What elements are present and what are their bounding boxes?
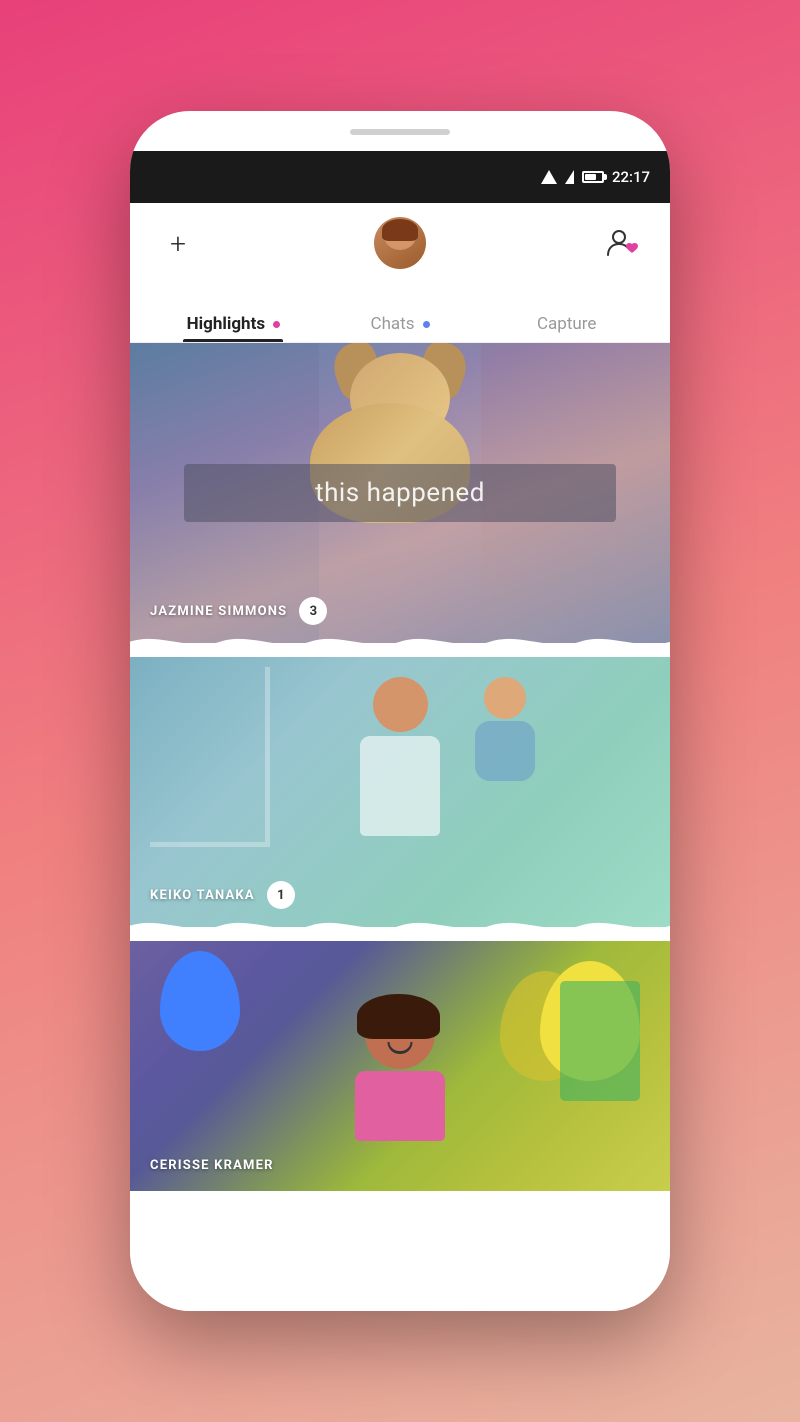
dad-container xyxy=(360,677,440,836)
cerisse-name: CERISSE KRAMER xyxy=(150,1158,274,1173)
highlights-dot xyxy=(273,321,280,328)
chats-tab-label: Chats xyxy=(371,314,415,334)
keiko-name-badge: KEIKO TANAKA 1 xyxy=(150,881,295,909)
this-happened-text: this happened xyxy=(315,478,485,508)
friend-icon-svg xyxy=(606,227,638,259)
tab-highlights[interactable]: Highlights xyxy=(150,314,317,342)
add-button[interactable]: + xyxy=(158,223,198,263)
tabs-bar: Highlights Chats Capture xyxy=(130,283,670,343)
chats-dot xyxy=(423,321,430,328)
keiko-count: 1 xyxy=(267,881,295,909)
girl-body xyxy=(355,1071,445,1141)
jazmine-name-badge: JAZMINE SIMMONS 3 xyxy=(150,597,327,625)
girl-hair xyxy=(357,994,440,1039)
scroll-area[interactable]: this happened JAZMINE SIMMONS 3 xyxy=(130,343,670,1311)
battery-icon xyxy=(582,171,604,183)
phone-shell: 22:17 + Highlights Chats xyxy=(130,111,670,1311)
wavy-separator-1 xyxy=(130,629,670,657)
story-card-cerisse[interactable]: CERISSE KRAMER xyxy=(130,941,670,1191)
baby-head xyxy=(484,677,526,719)
wavy-separator-2 xyxy=(130,913,670,941)
jazmine-name: JAZMINE SIMMONS xyxy=(150,604,287,619)
baby-body xyxy=(475,721,535,781)
capture-tab-label: Capture xyxy=(537,314,596,334)
dog-figure-container xyxy=(290,353,510,553)
person-heart-icon[interactable] xyxy=(602,223,642,263)
green-person-element xyxy=(560,981,640,1101)
story-card-jazmine[interactable]: this happened JAZMINE SIMMONS 3 xyxy=(130,343,670,643)
highlights-tab-label: Highlights xyxy=(187,314,265,334)
avatar[interactable] xyxy=(374,217,426,269)
keiko-name: KEIKO TANAKA xyxy=(150,888,255,903)
story-card-keiko[interactable]: KEIKO TANAKA 1 xyxy=(130,657,670,927)
app-header: + xyxy=(130,203,670,283)
status-time: 22:17 xyxy=(612,168,650,186)
signal-icon xyxy=(565,170,574,184)
jazmine-count: 3 xyxy=(299,597,327,625)
tab-capture[interactable]: Capture xyxy=(483,314,650,342)
content-area: this happened JAZMINE SIMMONS 3 xyxy=(130,343,670,1311)
cerisse-name-badge: CERISSE KRAMER xyxy=(150,1158,274,1173)
baby-container xyxy=(475,677,535,781)
this-happened-overlay: this happened xyxy=(184,464,616,522)
highlights-underline xyxy=(183,339,283,342)
stair-element xyxy=(150,667,270,847)
girl-smile xyxy=(388,1042,413,1054)
girl-head xyxy=(365,999,435,1069)
status-bar: 22:17 xyxy=(130,151,670,203)
wifi-icon xyxy=(541,170,557,184)
dad-head xyxy=(373,677,428,732)
girl-container xyxy=(355,999,445,1141)
dad-body xyxy=(360,736,440,836)
phone-speaker xyxy=(350,129,450,135)
tab-chats[interactable]: Chats xyxy=(317,314,484,342)
